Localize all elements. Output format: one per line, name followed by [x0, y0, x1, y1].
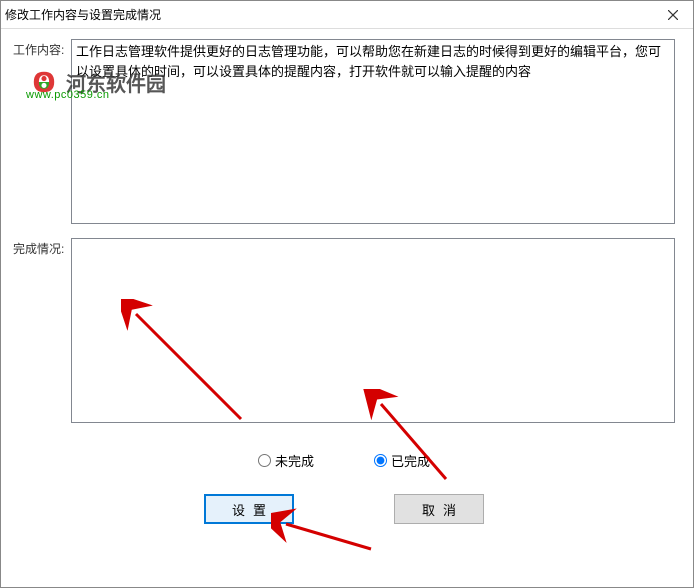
completion-radio-group: 未完成 已完成 — [13, 451, 675, 470]
radio-incomplete[interactable]: 未完成 — [258, 451, 314, 470]
window-title: 修改工作内容与设置完成情况 — [5, 6, 161, 23]
radio-complete[interactable]: 已完成 — [374, 451, 430, 470]
cancel-button[interactable]: 取消 — [394, 494, 484, 524]
work-content-label: 工作内容: — [13, 39, 71, 58]
button-row: 设置 取消 — [13, 494, 675, 524]
radio-complete-label: 已完成 — [391, 451, 430, 470]
titlebar: 修改工作内容与设置完成情况 — [1, 1, 693, 29]
status-textarea[interactable] — [71, 238, 675, 423]
close-button[interactable] — [653, 1, 693, 28]
set-button[interactable]: 设置 — [204, 494, 294, 524]
close-icon — [668, 10, 678, 20]
radio-incomplete-label: 未完成 — [275, 451, 314, 470]
radio-complete-input[interactable] — [374, 454, 387, 467]
work-content-textarea[interactable] — [71, 39, 675, 224]
status-label: 完成情况: — [13, 238, 71, 257]
radio-incomplete-input[interactable] — [258, 454, 271, 467]
